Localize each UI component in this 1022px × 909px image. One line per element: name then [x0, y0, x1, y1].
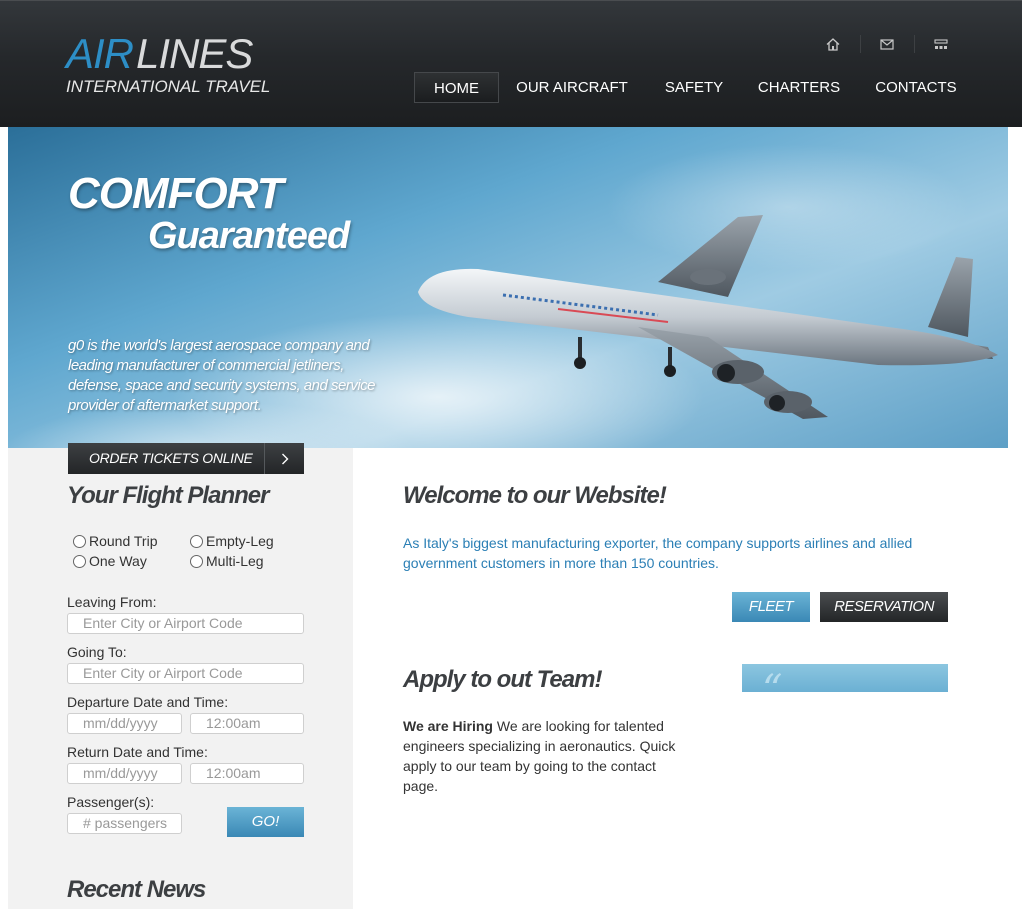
sitemap-icon[interactable] [928, 35, 954, 53]
logo-lines-text: LINES [136, 30, 253, 77]
departure-label: Departure Date and Time: [67, 694, 229, 710]
return-date-input[interactable]: mm/dd/yyyy [67, 763, 182, 784]
radio-label: Multi-Leg [206, 553, 264, 569]
logo-subtitle: INTERNATIONAL TRAVEL [66, 77, 271, 96]
go-button[interactable]: GO! [227, 807, 304, 837]
order-tickets-label: ORDER TICKETS ONLINE [89, 450, 253, 466]
radio-empty-leg[interactable]: Empty-Leg [190, 533, 274, 549]
nav-item-charters[interactable]: CHARTERS [743, 72, 855, 103]
apply-text: We are Hiring We are looking for talente… [403, 716, 688, 796]
nav-item-home[interactable]: HOME [414, 72, 499, 103]
welcome-text: As Italy's biggest manufacturing exporte… [403, 535, 913, 571]
nav-item-contacts[interactable]: CONTACTS [855, 72, 977, 103]
hero-headline: COMFORT [68, 169, 284, 218]
flight-planner-title: Your Flight Planner [67, 482, 269, 509]
return-time-input[interactable]: 12:00am [190, 763, 304, 784]
passengers-input[interactable]: # passengers [67, 813, 182, 834]
nav-item-our-aircraft[interactable]: OUR AIRCRAFT [499, 72, 645, 103]
radio-label: Round Trip [89, 533, 158, 549]
return-label: Return Date and Time: [67, 744, 208, 760]
radio-round-trip[interactable]: Round Trip [73, 533, 157, 549]
main-nav: HOME OUR AIRCRAFT SAFETY CHARTERS CONTAC… [414, 72, 977, 103]
mail-icon[interactable] [874, 35, 900, 53]
leaving-from-input[interactable]: Enter City or Airport Code [67, 613, 304, 634]
utility-divider [914, 35, 915, 53]
radio-multi-leg[interactable]: Multi-Leg [190, 553, 264, 569]
radio-circle[interactable] [73, 534, 86, 548]
radio-circle[interactable] [190, 534, 203, 548]
quote-icon: “ [762, 667, 783, 692]
order-tickets-button[interactable]: ORDER TICKETS ONLINE [68, 443, 304, 474]
utility-divider [860, 35, 861, 53]
site-logo[interactable]: AIR LINES INTERNATIONAL TRAVEL [66, 31, 286, 101]
radio-one-way[interactable]: One Way [73, 553, 147, 569]
going-to-input[interactable]: Enter City or Airport Code [67, 663, 304, 684]
radio-circle[interactable] [73, 554, 86, 568]
leaving-from-label: Leaving From: [67, 594, 157, 610]
passengers-label: Passenger(s): [67, 794, 155, 810]
radio-circle[interactable] [190, 554, 203, 568]
home-icon[interactable] [820, 35, 846, 53]
departure-date-input[interactable]: mm/dd/yyyy [67, 713, 182, 734]
site-header: AIR LINES INTERNATIONAL TRAVEL HOME OUR … [0, 0, 1022, 127]
recent-news-title: Recent News [67, 876, 206, 903]
radio-label: Empty-Leg [206, 533, 274, 549]
logo-air-text: AIR [66, 30, 134, 77]
hiring-bold-text: We are Hiring [403, 718, 493, 734]
reservation-button[interactable]: RESERVATION [820, 592, 948, 622]
hero-subheadline: Guaranteed [148, 215, 350, 257]
chevron-right-icon [264, 443, 304, 474]
nav-item-safety[interactable]: SAFETY [645, 72, 743, 103]
airplane-image [418, 215, 998, 419]
going-to-label: Going To: [67, 644, 127, 660]
departure-time-input[interactable]: 12:00am [190, 713, 304, 734]
fleet-button[interactable]: FLEET [732, 592, 810, 622]
testimonial-box: “ [742, 664, 948, 692]
welcome-title: Welcome to our Website! [403, 482, 667, 509]
radio-label: One Way [89, 553, 147, 569]
hero-description: g0 is the world's largest aerospace comp… [68, 337, 376, 414]
hero-banner: COMFORT Guaranteed g0 is the world's lar… [8, 127, 1008, 448]
apply-title: Apply to out Team! [403, 666, 602, 693]
